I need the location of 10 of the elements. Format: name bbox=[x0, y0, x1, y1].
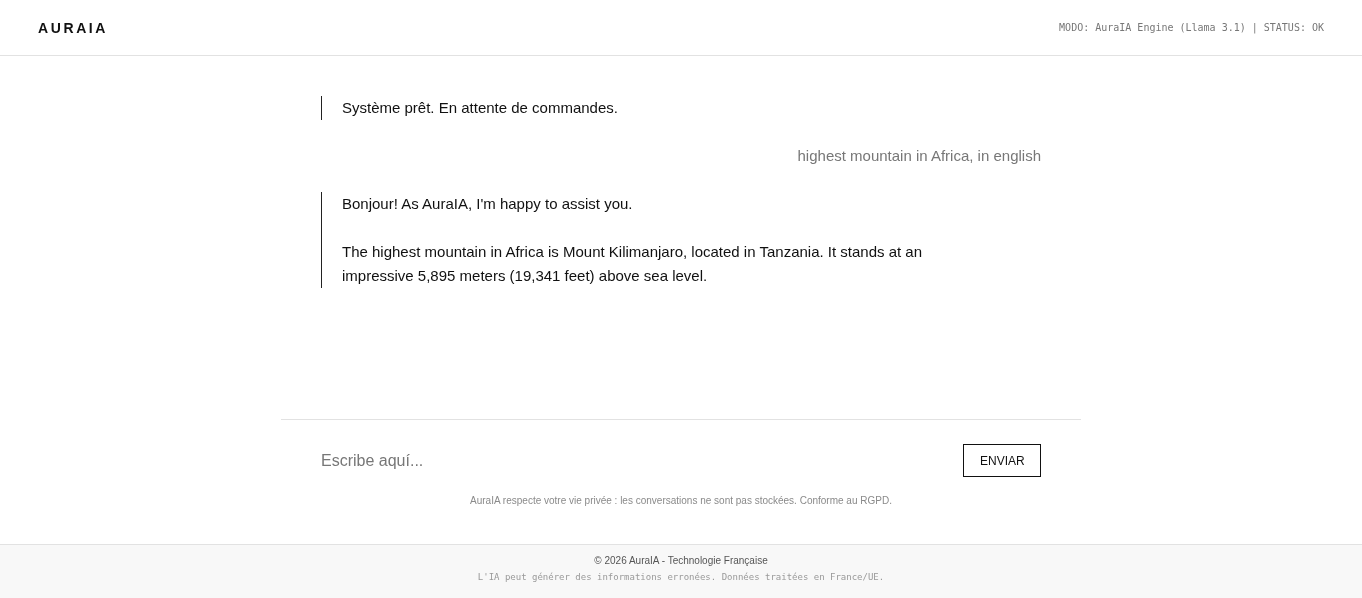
message-paragraph: The highest mountain in Africa is Mount Kilimanjaro, located in Tanzania. It stands at an impressive 5,895 meters (19,341 feet) above sea level. bbox=[342, 242, 924, 286]
send-button[interactable]: ENVIAR bbox=[963, 444, 1041, 477]
logo: AURAIA bbox=[38, 19, 109, 36]
copyright-text: © 2026 AuraIA - Technologie Française bbox=[594, 555, 768, 566]
user-message: highest mountain in Africa, in english bbox=[797, 146, 1041, 166]
privacy-note: AuraIA respecte votre vie privée : les conversations ne sont pas stockées. Conforme au RGPD. bbox=[469, 495, 893, 506]
disclaimer-text: L'IA peut générer des informations erronées. Données traitées en France/UE. bbox=[477, 572, 885, 582]
status-text: MODO: AuraIA Engine (Llama 3.1) | STATUS: OK bbox=[1059, 22, 1324, 33]
message-paragraph: Bonjour! As AuraIA, I'm happy to assist you. bbox=[342, 194, 634, 214]
message-paragraph: Système prêt. En attente de commandes. bbox=[342, 98, 619, 118]
